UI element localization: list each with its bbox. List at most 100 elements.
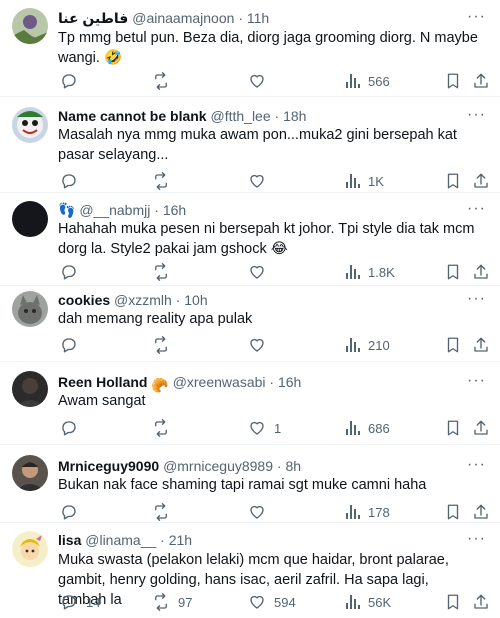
like-button[interactable] <box>248 171 274 191</box>
more-icon[interactable]: ··· <box>467 372 486 390</box>
display-name[interactable]: فاطين عنا <box>58 10 128 26</box>
reply-button[interactable] <box>60 418 86 438</box>
share-button[interactable] <box>472 335 490 355</box>
views-icon <box>346 265 360 279</box>
views-button[interactable]: 56K <box>346 592 391 612</box>
reply-button[interactable] <box>60 71 86 91</box>
views-icon <box>346 595 360 609</box>
bookmark-button[interactable] <box>444 71 462 91</box>
like-icon <box>250 265 264 279</box>
bookmark-icon <box>447 337 459 353</box>
retweet-icon <box>155 263 167 281</box>
share-icon <box>474 337 488 352</box>
timestamp[interactable]: 8h <box>285 458 301 474</box>
retweet-button[interactable] <box>152 171 178 191</box>
separator-dot: · <box>269 374 275 390</box>
like-button[interactable] <box>248 335 274 355</box>
reply-button[interactable] <box>60 262 86 282</box>
tweet-card[interactable]: cookies @xzzmlh · 10h ··· dah memang rea… <box>0 286 500 362</box>
avatar[interactable] <box>12 455 48 491</box>
views-button[interactable]: 1K <box>346 171 384 191</box>
retweet-button[interactable] <box>152 335 178 355</box>
reply-button[interactable] <box>60 171 86 191</box>
like-button[interactable] <box>248 502 274 522</box>
tweet-card[interactable]: فاطين عنا @ainaamajnoon · 11h ··· Tp mmg… <box>0 0 500 97</box>
avatar[interactable] <box>12 107 48 143</box>
share-button[interactable] <box>472 71 490 91</box>
retweet-button[interactable] <box>152 71 178 91</box>
bookmark-button[interactable] <box>444 171 462 191</box>
views-button[interactable]: 178 <box>346 502 390 522</box>
bookmark-button[interactable] <box>444 592 462 612</box>
views-button[interactable]: 566 <box>346 71 390 91</box>
share-button[interactable] <box>472 418 490 438</box>
reply-button[interactable] <box>60 335 86 355</box>
more-icon[interactable]: ··· <box>467 8 486 26</box>
user-handle[interactable]: @__nabmjj <box>79 202 150 218</box>
retweet-button[interactable]: 97 <box>152 592 192 612</box>
more-icon[interactable]: ··· <box>467 530 486 548</box>
share-button[interactable] <box>472 592 490 612</box>
tweet-card[interactable]: Name cannot be blank @ftth_lee · 18h ···… <box>0 97 500 193</box>
tweet-text: Awam sangat <box>58 393 146 409</box>
user-handle[interactable]: @linama__ <box>85 532 156 548</box>
tweet-card[interactable]: Mrniceguy9090 @mrniceguy8989 · 8h ··· Bu… <box>0 445 500 523</box>
views-button[interactable]: 210 <box>346 335 390 355</box>
display-name[interactable]: lisa <box>58 532 81 548</box>
user-handle[interactable]: @mrniceguy8989 <box>163 458 273 474</box>
like-icon <box>250 174 264 188</box>
timestamp[interactable]: 16h <box>278 374 301 390</box>
like-button[interactable] <box>248 71 274 91</box>
more-icon[interactable]: ··· <box>467 456 486 474</box>
more-icon[interactable]: ··· <box>467 200 486 218</box>
bookmark-button[interactable] <box>444 502 462 522</box>
timestamp[interactable]: 16h <box>163 202 186 218</box>
share-button[interactable] <box>472 262 490 282</box>
retweet-button[interactable] <box>152 418 178 438</box>
user-handle[interactable]: @ftth_lee <box>210 108 270 124</box>
bookmark-button[interactable] <box>444 335 462 355</box>
like-icon <box>250 338 264 352</box>
user-handle[interactable]: @ainaamajnoon <box>132 10 234 26</box>
tweet-text: Hahahah muka pesen ni bersepah kt johor.… <box>58 221 475 257</box>
display-name[interactable]: cookies <box>58 292 110 308</box>
tweet-card[interactable]: 👣 @__nabmjj · 16h ··· Hahahah muka pesen… <box>0 193 500 286</box>
timestamp[interactable]: 21h <box>169 532 192 548</box>
display-name[interactable]: Name cannot be blank <box>58 108 207 124</box>
views-button[interactable]: 686 <box>346 418 390 438</box>
display-name[interactable]: 👣 <box>58 202 75 218</box>
like-icon <box>250 505 264 519</box>
avatar[interactable] <box>12 201 48 237</box>
timestamp[interactable]: 10h <box>184 292 207 308</box>
separator-dot: · <box>238 10 243 26</box>
timestamp[interactable]: 11h <box>247 10 269 26</box>
tweet-card[interactable]: Reen Holland 🥐 @xreenwasabi · 16h ··· Aw… <box>0 362 500 445</box>
like-button[interactable]: 1 <box>248 418 281 438</box>
user-handle[interactable]: @xzzmlh <box>114 292 172 308</box>
retweet-button[interactable] <box>152 262 178 282</box>
user-handle[interactable]: @xreenwasabi <box>173 374 266 390</box>
display-name[interactable]: Reen Holland <box>58 374 147 390</box>
like-button[interactable] <box>248 262 274 282</box>
avatar[interactable] <box>12 531 48 567</box>
retweet-button[interactable] <box>152 502 178 522</box>
more-icon[interactable]: ··· <box>467 106 486 124</box>
like-button[interactable]: 594 <box>248 592 296 612</box>
action-bar: 566 <box>58 71 488 91</box>
avatar[interactable] <box>12 371 48 407</box>
bookmark-button[interactable] <box>444 418 462 438</box>
separator-dot: · <box>175 292 181 308</box>
reply-button[interactable]: 14 <box>60 592 100 612</box>
display-name[interactable]: Mrniceguy9090 <box>58 458 159 474</box>
share-button[interactable] <box>472 171 490 191</box>
more-icon[interactable]: ··· <box>467 290 486 308</box>
tweet-card[interactable]: lisa @linama__ · 21h ··· Muka swasta (pe… <box>0 523 500 618</box>
like-count: 594 <box>274 594 296 610</box>
bookmark-button[interactable] <box>444 262 462 282</box>
avatar[interactable] <box>12 291 48 327</box>
views-button[interactable]: 1.8K <box>346 262 395 282</box>
share-button[interactable] <box>472 502 490 522</box>
timestamp[interactable]: 18h <box>283 108 306 124</box>
reply-button[interactable] <box>60 502 86 522</box>
avatar[interactable] <box>12 8 48 44</box>
